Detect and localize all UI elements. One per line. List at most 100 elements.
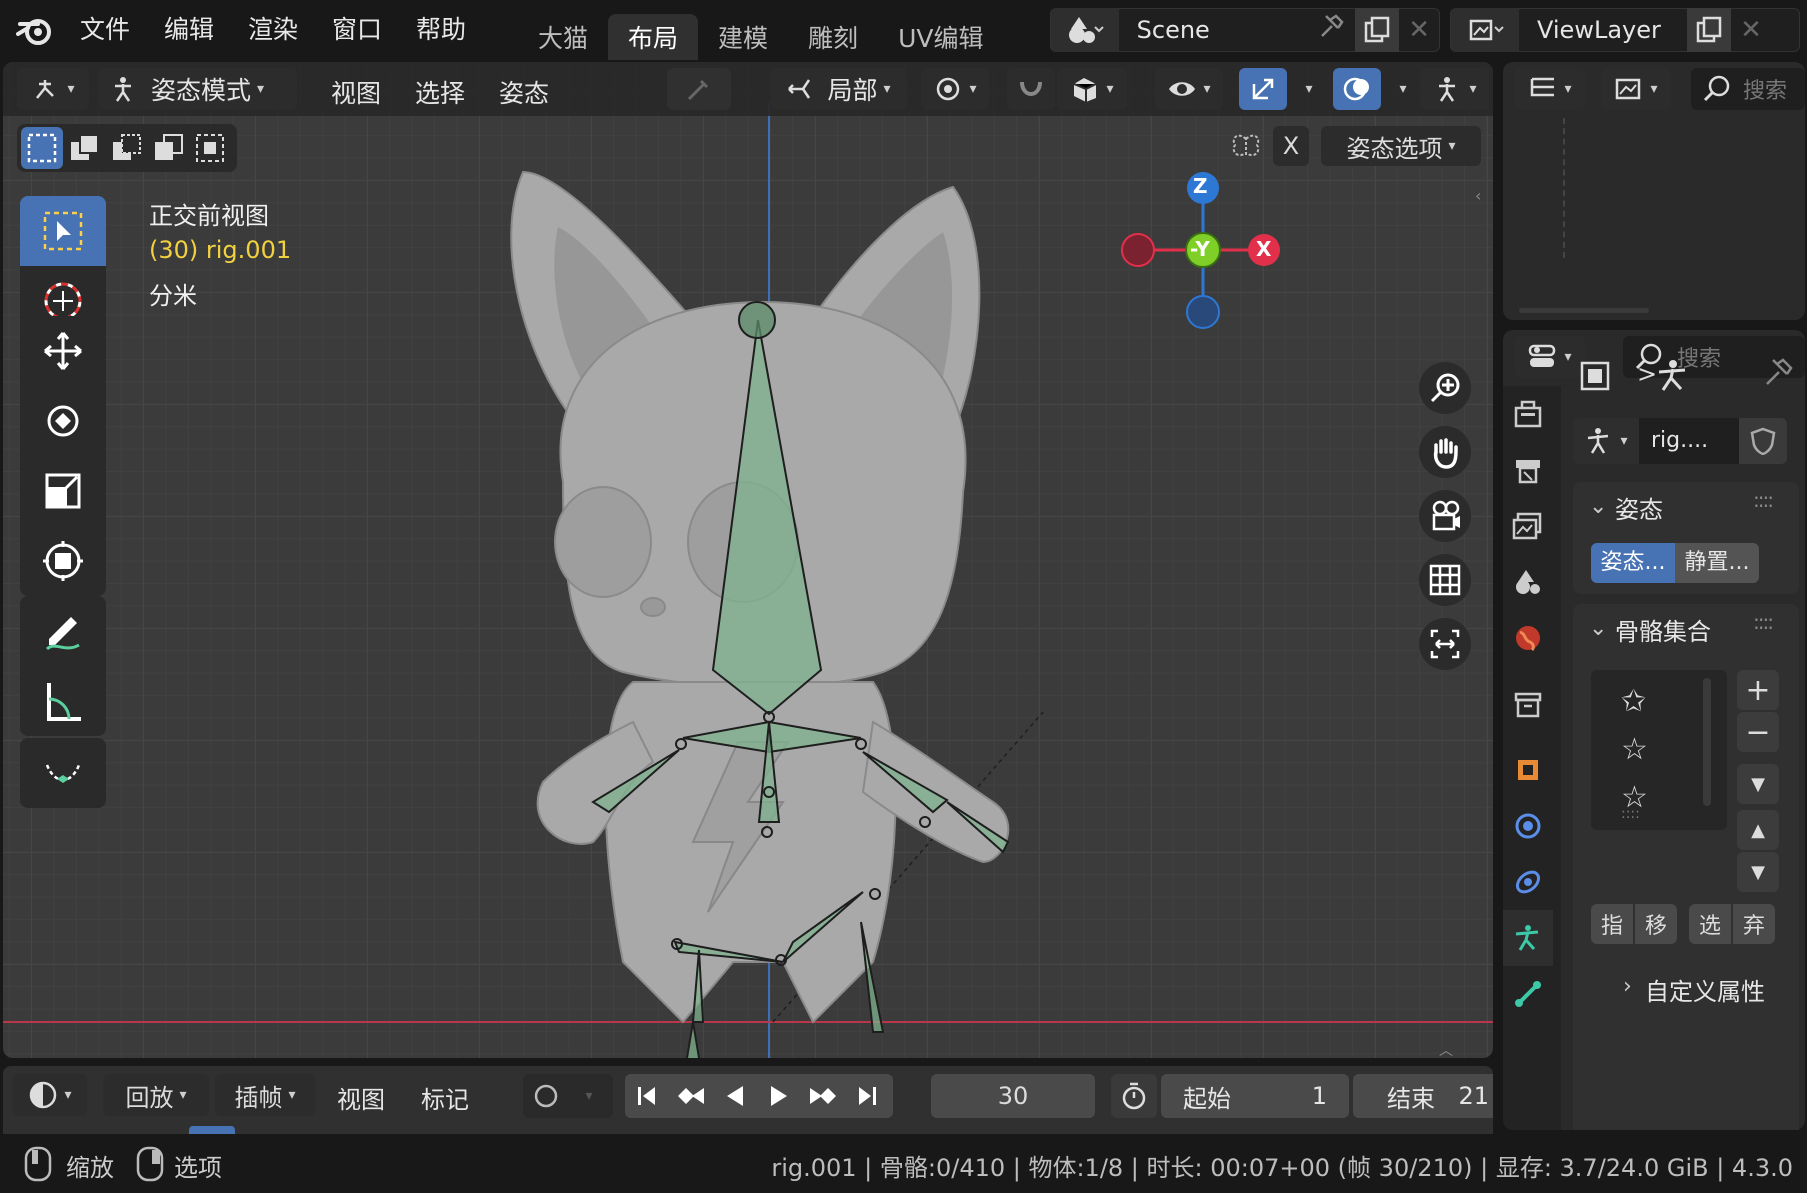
select-extend-icon[interactable] [63,127,105,169]
pose-options-dropdown[interactable]: 姿态选项 ▾ [1321,126,1481,166]
remove-view-layer-icon[interactable]: ✕ [1731,15,1771,45]
move-up-icon[interactable]: ▲ [1737,810,1779,850]
object-context-icon[interactable] [1577,358,1613,394]
pin-icon[interactable] [1316,12,1356,48]
render-tab-icon[interactable] [1503,442,1553,498]
relax-pose-tool[interactable] [20,738,106,808]
armature-context-icon[interactable] [1653,356,1693,396]
view-layer-selector[interactable]: ViewLayer ✕ [1450,8,1800,52]
move-tool[interactable] [20,316,106,386]
custom-properties-title[interactable]: 自定义属性 [1645,972,1765,1007]
bone-collection-star-icon[interactable]: ✩ [1621,684,1646,719]
physics-tab-icon[interactable] [1503,798,1553,854]
auto-keying-toggle[interactable]: ▾ [523,1074,613,1118]
pivot-point-icon[interactable]: ▾ [921,68,989,110]
remove-bones-button[interactable]: 移 [1635,904,1677,944]
rest-position-button[interactable]: 静置... [1675,543,1759,583]
menu-render[interactable]: 渲染 [248,0,298,60]
armature-datablock-icon[interactable]: ▾ [1573,418,1639,464]
deselect-bones-button[interactable]: 弃 [1733,904,1775,944]
snap-target-icon[interactable]: ▾ [1057,68,1127,110]
blender-logo-icon[interactable] [16,12,56,48]
start-frame-field[interactable]: 起始 1 [1161,1074,1349,1118]
measure-tool[interactable] [20,666,106,736]
armature-datablock[interactable]: ▾ rig.... [1573,418,1797,464]
scene-name[interactable]: Scene [1137,16,1316,44]
timeline-playhead[interactable] [189,1126,235,1134]
world-tab-icon[interactable] [1503,610,1553,666]
end-frame-field[interactable]: 结束 21 [1353,1074,1493,1118]
assign-bones-button[interactable]: 指 [1591,904,1633,944]
output-tab-icon[interactable] [1503,498,1553,554]
tab-workspace-uv[interactable]: UV编辑 [878,14,1003,60]
transform-orientation-selector[interactable]: 局部 ▾ [771,68,907,110]
visibility-icon[interactable]: ▾ [1155,68,1223,110]
play-reverse-icon[interactable] [713,1084,757,1108]
navigation-gizmo[interactable]: Z -Y X [1118,172,1288,342]
editor-type-button[interactable]: ▾ [17,68,89,110]
scene-icon[interactable] [1051,8,1119,52]
tab-workspace-sculpt[interactable]: 雕刻 [788,14,878,60]
scene-tab-icon[interactable] [1503,554,1553,610]
select-intersect-icon[interactable] [189,127,231,169]
view-layer-name[interactable]: ViewLayer [1537,16,1687,44]
jump-start-icon[interactable] [625,1084,669,1108]
list-resize-handle[interactable]: :::: [1621,806,1640,822]
play-icon[interactable] [757,1084,801,1108]
overlay-dropdown[interactable]: ▾ [1383,68,1417,110]
outliner-scrollbar[interactable] [1519,308,1649,313]
jump-end-icon[interactable] [845,1084,889,1108]
timeline-editor-type-icon[interactable]: ▾ [13,1074,87,1116]
3d-viewport[interactable]: ▾ 姿态模式 ▾ 视图 选择 姿态 局部 ▾ ▾ ▾ ▾ ▾ ▾ ▾ X 姿态选… [3,62,1493,1058]
menu-help[interactable]: 帮助 [416,0,466,60]
constraints-tab-icon[interactable] [1503,854,1553,910]
menu-file[interactable]: 文件 [80,0,130,60]
select-box-tool[interactable] [20,196,106,266]
pan-hand-icon[interactable] [1419,426,1471,478]
tab-workspace-modeling[interactable]: 建模 [698,14,788,60]
bone-collection-specials-icon[interactable]: ▼ [1737,764,1779,804]
remove-scene-icon[interactable]: ✕ [1399,15,1439,45]
mirror-butterfly-icon[interactable] [1221,124,1271,168]
new-scene-icon[interactable] [1355,8,1400,52]
ortho-grid-icon[interactable] [1419,554,1471,606]
bone-collections-list[interactable]: ✩ ☆ ☆ :::: [1591,670,1727,830]
mirror-x-toggle[interactable]: X [1273,126,1309,166]
add-bone-collection-icon[interactable]: + [1737,670,1779,710]
menu-edit[interactable]: 编辑 [164,0,214,60]
bone-collections-title[interactable]: 骨骼集合 [1615,612,1711,647]
properties-editor-type-icon[interactable]: ▾ [1515,336,1585,378]
bone-collections-scrollbar[interactable] [1703,678,1711,806]
armature-data-tab-icon[interactable] [1503,910,1553,966]
record-icon[interactable] [523,1083,569,1109]
select-invert-icon[interactable] [147,127,189,169]
bone-tab-icon[interactable] [1503,966,1553,1022]
current-frame-field[interactable]: 30 [931,1074,1095,1118]
snap-toggle-icon[interactable] [1007,68,1055,110]
bone-overlay-icon[interactable]: ▾ [1421,68,1489,110]
bone-collections-chevron-icon[interactable]: ⌄ [1589,616,1607,641]
gizmo-dropdown[interactable]: ▾ [1289,68,1323,110]
tool-tab-icon[interactable] [1503,386,1553,442]
overlay-toggle-icon[interactable] [1333,68,1381,110]
remove-bone-collection-icon[interactable]: − [1737,712,1779,752]
pose-section-chevron-icon[interactable]: ⌄ [1589,494,1607,519]
annotate-tool[interactable] [20,596,106,666]
pose-position-button[interactable]: 姿态... [1591,543,1675,583]
keying-menu[interactable]: 插帧 ▾ [215,1074,315,1116]
keying-dropdown[interactable]: ▾ [569,1088,609,1104]
mode-selector[interactable]: 姿态模式 ▾ [99,68,297,110]
timeline-marker-menu[interactable]: 标记 [421,1080,469,1115]
camera-view-icon[interactable] [1419,490,1471,542]
tab-workspace-damao[interactable]: 大猫 [518,14,608,60]
outliner-editor-type-icon[interactable]: ▾ [1515,68,1585,110]
new-view-layer-icon[interactable] [1687,8,1731,52]
eyedropper-icon[interactable] [667,68,731,110]
outliner-display-mode-icon[interactable]: ▾ [1601,68,1671,110]
select-bones-button[interactable]: 选 [1689,904,1731,944]
playback-menu[interactable]: 回放 ▾ [103,1074,209,1116]
pose-section-drag-handle[interactable]: :::: [1753,488,1774,512]
transform-tool[interactable] [20,526,106,596]
next-keyframe-icon[interactable] [801,1084,845,1108]
scene-selector[interactable]: Scene ✕ [1050,8,1440,52]
